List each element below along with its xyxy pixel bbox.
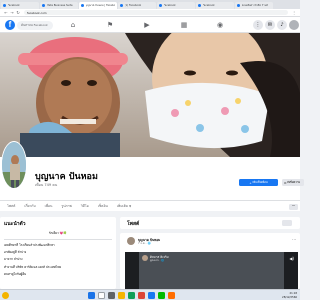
messenger-icon[interactable]: ✉ (265, 20, 275, 30)
profile-avatar[interactable] (1, 141, 27, 189)
browser-tab-label: ซ่อมเสื้อผ้า ปักชื่อ ร้านบี (241, 3, 269, 7)
browser-tab[interactable]: Facebook (196, 2, 234, 9)
intro-heading: แนะนำตัว (4, 221, 26, 227)
add-friend-label: เพิ่มเป็นเพื่อน (252, 180, 268, 184)
browser-tab[interactable]: (1) Facebook (118, 2, 156, 9)
intro-line-lives: อาศัยอยู่ที่ ลำปาง (4, 249, 27, 254)
meta-favicon-icon (42, 4, 45, 7)
tab-videos[interactable]: วิดีโอ (81, 204, 89, 209)
browser-tab-label: บุญนาค ปันหอม | Facebook (85, 3, 116, 7)
flag-icon[interactable]: ⚑ (101, 20, 119, 30)
more-options-button[interactable]: ··· (289, 203, 298, 210)
facebook-top-nav: f ค้นหาบน Facebook ⌂ ⚑ ▶ ▦ ◉ ⋮ ✉ ♪ (0, 17, 300, 33)
tab-about[interactable]: เกี่ยวกับ (24, 204, 35, 209)
divider (4, 239, 112, 240)
menu-dots-icon[interactable]: ⋮ (291, 10, 297, 15)
browser-tab-label: Meta Business Suite (46, 4, 73, 7)
friend-count[interactable]: เพื่อน 749 คน (35, 182, 57, 188)
browser-tab-label: Facebook (163, 4, 176, 7)
intro-line-education: เคยศึกษาที่ โรงเรียนลำปางพัฒนาศึกษา (4, 242, 55, 247)
video-icon[interactable]: ▶ (138, 20, 156, 30)
menu-grid-icon[interactable]: ⋮ (253, 20, 263, 30)
browser-tab[interactable]: ซ่อมเสื้อผ้า ปักชื่อ ร้านบี (235, 2, 273, 9)
clock-date: 28/12/2566 (282, 295, 297, 299)
profile-avatar-image (2, 142, 26, 188)
home-icon[interactable]: ⌂ (64, 20, 82, 30)
line-app-icon[interactable] (158, 292, 165, 299)
add-friend-button[interactable]: + เพิ่มเป็นเพื่อน (239, 179, 278, 186)
os-taskbar: 21:18 28/12/2566 (0, 289, 300, 300)
intro-line-relationship: คบหาดูใจกับผู้อื่น (4, 272, 27, 277)
message-button[interactable]: ✉ ส่งข้อความ (282, 179, 304, 186)
posts-heading: โพสต์ (127, 221, 140, 227)
system-clock[interactable]: 21:18 28/12/2566 (282, 292, 297, 299)
cover-photo-image (0, 33, 300, 157)
tab-more-label: เพิ่มเติม (116, 203, 129, 208)
notifications-bell-icon[interactable]: ♪ (277, 20, 287, 30)
posts-header-panel: โพสต์ (120, 217, 300, 229)
tab-photos[interactable]: รูปภาพ (61, 204, 71, 209)
facebook-favicon-icon (3, 4, 6, 7)
video-author-avatar (142, 255, 148, 261)
facebook-favicon-icon (159, 4, 162, 7)
app-icon[interactable] (138, 292, 145, 299)
weather-icon[interactable] (2, 292, 9, 299)
facebook-favicon-icon (120, 4, 123, 7)
browser-tab-active[interactable]: บุญนาค ปันหอม | Facebook (79, 2, 117, 9)
post-more-icon[interactable]: ··· (292, 237, 296, 242)
volume-icon[interactable]: ◀) (289, 256, 294, 261)
facebook-search-input[interactable]: ค้นหาบน Facebook (17, 20, 53, 30)
caret-down-icon: ▼ (129, 204, 132, 208)
url-input[interactable]: facebook.com (24, 9, 288, 16)
browser-tab-label: Facebook (7, 4, 20, 7)
intro-panel: แนะนำตัว รักเดียว 💗🍀 เคยศึกษาที่ โรงเรีย… (0, 217, 116, 289)
browser-tab-strip: Facebook Meta Business Suite บุญนาค ปันห… (0, 0, 300, 9)
taskbar-icons (88, 292, 178, 299)
facebook-favicon-icon (198, 4, 201, 7)
store-icon[interactable]: ▦ (175, 20, 193, 30)
browser-tab[interactable]: Meta Business Suite (40, 2, 78, 9)
intro-line-work: ทำงานที่ บริษัท คาร์ดิแนล เฮลท์ ประเทศไท… (4, 264, 62, 269)
facebook-app-icon[interactable] (148, 292, 155, 299)
profile-name: บุญนาค ปันหอม (35, 172, 98, 182)
post-author-avatar[interactable] (127, 237, 135, 245)
search-icon[interactable] (98, 292, 105, 299)
browser-tab[interactable]: Facebook (1, 2, 39, 9)
address-bar: ← → ↻ facebook.com ⋮ (0, 9, 300, 17)
post-meta[interactable]: 7 ธ.ค. · 🌐 (138, 242, 151, 246)
file-explorer-icon[interactable] (118, 292, 125, 299)
message-label: ส่งข้อความ (287, 180, 301, 184)
chrome-icon[interactable] (128, 292, 135, 299)
tab-checkins[interactable]: เช็คอิน (98, 204, 108, 209)
facebook-favicon-icon (237, 4, 240, 7)
filter-button[interactable] (282, 220, 292, 226)
gaming-icon[interactable]: ◉ (211, 20, 229, 30)
intro-bio: รักเดียว 💗🍀 (48, 231, 68, 235)
profile-tabs: โพสต์ เกี่ยวกับ เพื่อน รูปภาพ วิดีโอ เช็… (0, 200, 300, 211)
browser-tab[interactable]: Facebook (157, 2, 195, 9)
cover-photo[interactable] (0, 33, 300, 157)
account-avatar[interactable] (289, 20, 299, 30)
intro-line-from: มาจาก ลำปาง (4, 257, 23, 262)
tab-friends[interactable]: เพื่อน (45, 204, 53, 209)
post-card: บุญนาค ปันหอม 7 ธ.ค. · 🌐 ··· ดิลมาส คิเจ… (120, 233, 300, 289)
facebook-logo-icon[interactable]: f (5, 20, 15, 30)
windows-start-icon[interactable] (88, 292, 95, 299)
tab-more[interactable]: เพิ่มเติม ▼ (117, 204, 131, 209)
profile-header: บุญนาค ปันหอม เพื่อน 749 คน + เพิ่มเป็นเ… (0, 141, 304, 200)
browser-tab-label: (1) Facebook (124, 4, 142, 7)
app-icon[interactable] (168, 292, 175, 299)
task-view-icon[interactable] (108, 292, 115, 299)
reload-icon[interactable]: ↻ (15, 10, 21, 15)
post-video[interactable]: ดิลมาส คิเจริม ดูต่อแล้ว · 🌐 ◀) (125, 252, 298, 289)
video-meta: ดูต่อแล้ว · 🌐 (150, 259, 165, 262)
tab-posts[interactable]: โพสต์ (7, 204, 15, 209)
url-text: facebook.com (27, 10, 47, 15)
facebook-favicon-icon (81, 4, 84, 7)
browser-tab-label: Facebook (202, 4, 215, 7)
